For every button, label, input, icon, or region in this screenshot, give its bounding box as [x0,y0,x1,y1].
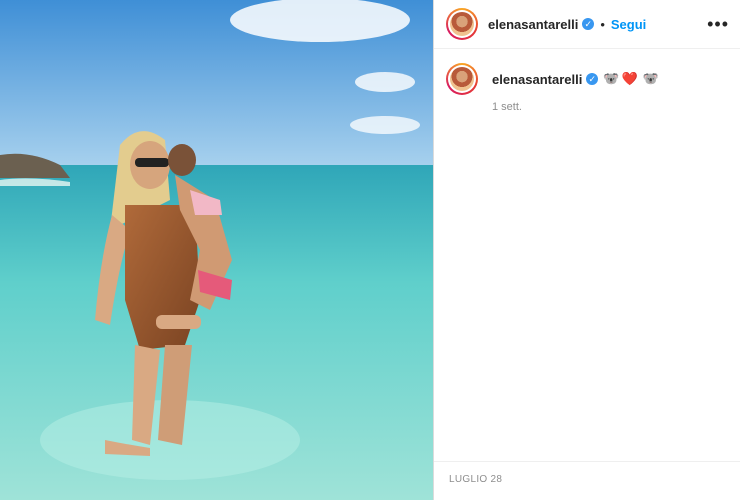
caption-username-link[interactable]: elenasantarelli [492,72,582,87]
follow-button[interactable]: Segui [611,17,646,32]
post-date[interactable]: LUGLIO 28 [449,474,502,485]
post-footer: LUGLIO 28 [434,461,740,500]
caption-avatar-image [450,67,474,91]
avatar[interactable] [446,8,478,40]
post-side-panel: elenasantarelli ✓ • Segui ••• elenasanta… [433,0,740,500]
more-options-icon[interactable]: ••• [707,15,729,33]
caption-avatar[interactable] [446,63,478,95]
caption-verified-badge-icon: ✓ [586,73,599,85]
caption-comment: elenasantarelli ✓ 🐨 ❤️ 🐨 1 sett. [434,49,740,113]
koala-emoji-2: 🐨 [642,71,659,86]
post-photo[interactable] [0,0,433,500]
username-link[interactable]: elenasantarelli [488,17,578,32]
beach-photo [0,0,433,500]
verified-badge-icon: ✓ [582,18,595,30]
post-header: elenasantarelli ✓ • Segui ••• [434,0,740,49]
comment-time[interactable]: 1 sett. [492,101,659,113]
separator-dot: • [600,16,605,32]
koala-emoji: 🐨 [603,71,620,86]
avatar-image [450,12,474,36]
heart-emoji: ❤️ [621,71,638,86]
